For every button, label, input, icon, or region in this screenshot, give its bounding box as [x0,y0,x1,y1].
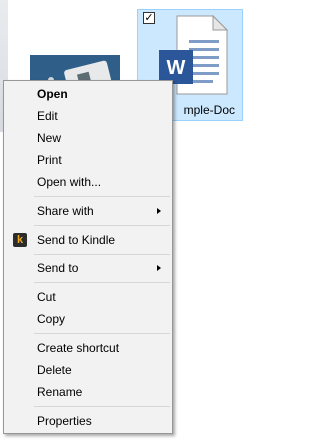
context-menu: Open Edit New Print Open with... Share w… [3,80,173,434]
menu-item-create-shortcut[interactable]: Create shortcut [6,337,170,359]
menu-separator [34,254,170,255]
selection-checkbox[interactable]: ✓ [143,12,155,24]
menu-item-copy[interactable]: Copy [6,308,170,330]
menu-separator [34,282,170,283]
menu-separator [34,333,170,334]
menu-item-label: Send to Kindle [37,233,116,247]
menu-item-label: Share with [37,204,94,218]
menu-item-edit[interactable]: Edit [6,105,170,127]
menu-separator [34,406,170,407]
menu-item-cut[interactable]: Cut [6,286,170,308]
submenu-arrow-icon [157,265,161,271]
menu-item-open[interactable]: Open [6,83,170,105]
menu-item-new[interactable]: New [6,127,170,149]
menu-item-open-with[interactable]: Open with... [6,171,170,193]
menu-item-label: Send to [37,261,79,275]
word-icon-letter: W [167,57,186,79]
menu-item-send-to[interactable]: Send to [6,257,170,279]
menu-item-properties[interactable]: Properties [6,410,170,432]
kindle-icon: k [13,233,27,247]
menu-separator [34,196,170,197]
menu-item-delete[interactable]: Delete [6,359,170,381]
desktop: ✓ W mple-Doc Open Edit New Print Open wi… [0,0,253,442]
menu-item-print[interactable]: Print [6,149,170,171]
menu-separator [34,225,170,226]
menu-item-rename[interactable]: Rename [6,381,170,403]
menu-item-share-with[interactable]: Share with [6,200,170,222]
menu-item-send-to-kindle[interactable]: k Send to Kindle [6,229,170,251]
submenu-arrow-icon [157,208,161,214]
